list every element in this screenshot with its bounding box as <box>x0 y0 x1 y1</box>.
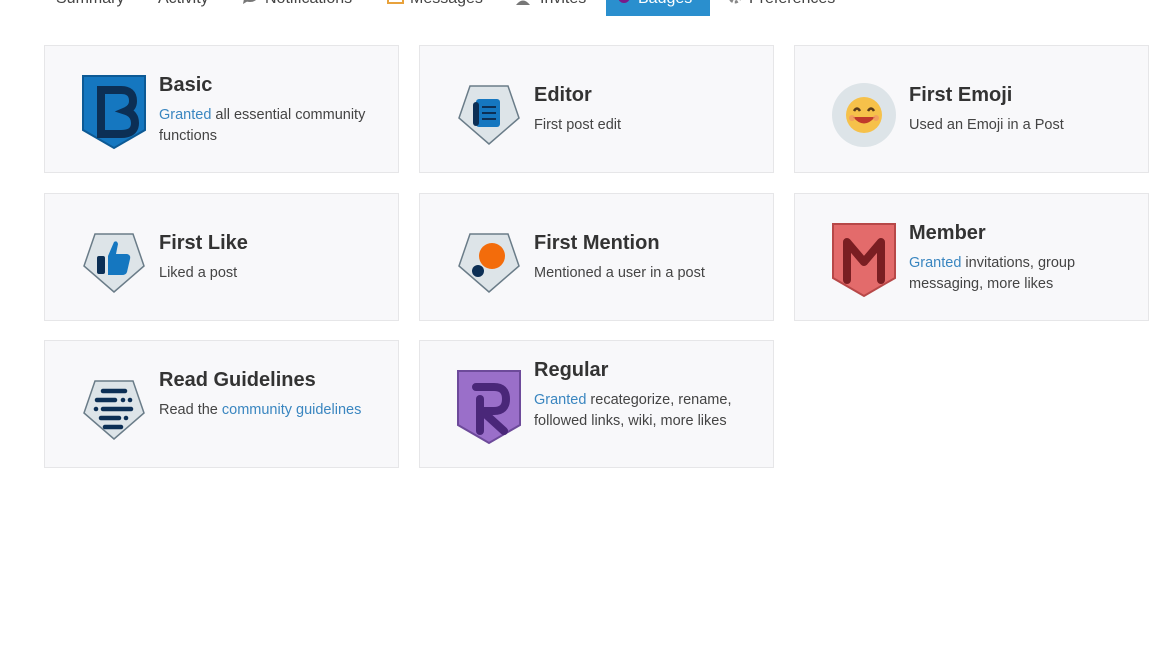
guidelines-badge-icon <box>81 377 151 453</box>
tab-notifications[interactable]: Notifications <box>241 0 352 16</box>
editor-badge-icon <box>456 82 526 158</box>
badge-card-first-like[interactable]: First Like Liked a post <box>44 193 399 321</box>
badge-title[interactable]: First Mention <box>534 232 753 255</box>
envelope-icon <box>387 0 404 9</box>
tab-preferences[interactable]: Preferences <box>727 0 835 16</box>
granted-link[interactable]: Granted <box>159 107 211 123</box>
badge-title[interactable]: Read Guidelines <box>159 369 378 392</box>
tab-badges[interactable]: Badges <box>606 0 710 16</box>
badge-description: Liked a post <box>159 265 238 281</box>
badge-description: First post edit <box>534 117 622 133</box>
community-guidelines-link[interactable]: community guidelines <box>222 402 361 418</box>
badge-card-member[interactable]: Member Granted invitations, group messag… <box>794 193 1149 321</box>
badge-card-first-mention[interactable]: First Mention Mentioned a user in a post <box>419 193 774 321</box>
granted-link[interactable]: Granted <box>909 255 961 271</box>
badge-description: Read the community guidelines <box>159 402 362 418</box>
comment-icon <box>241 0 259 10</box>
badge-title[interactable]: First Like <box>159 232 378 255</box>
granted-link[interactable]: Granted <box>534 392 586 408</box>
basic-badge-icon <box>79 74 149 150</box>
badge-card-first-emoji[interactable]: First Emoji Used an Emoji in a Post <box>794 45 1149 173</box>
regular-badge-icon <box>454 369 524 445</box>
badge-title[interactable]: First Emoji <box>909 84 1128 107</box>
tab-activity[interactable]: Activity <box>158 0 209 16</box>
member-badge-icon <box>829 222 899 298</box>
tab-invites[interactable]: Invites <box>516 0 586 16</box>
tab-summary[interactable]: Summary <box>56 0 124 16</box>
badge-description: Granted all essential community function… <box>159 107 366 144</box>
like-badge-icon <box>81 230 151 306</box>
gear-icon <box>727 0 743 10</box>
badge-title[interactable]: Editor <box>534 84 753 107</box>
emoji-badge-icon <box>831 82 901 158</box>
badge-card-editor[interactable]: Editor First post edit <box>419 45 774 173</box>
badge-description: Granted invitations, group messaging, mo… <box>909 255 1076 292</box>
badge-title[interactable]: Regular <box>534 359 753 382</box>
badge-description: Mentioned a user in a post <box>534 265 705 281</box>
tab-messages[interactable]: Messages <box>387 0 483 16</box>
user-plus-icon <box>516 0 534 10</box>
user-nav-tabs: Summary Activity Notifications Messages … <box>0 0 1169 16</box>
mention-badge-icon <box>456 230 526 306</box>
badge-description: Used an Emoji in a Post <box>909 117 1064 133</box>
certificate-icon <box>616 0 632 10</box>
badge-title[interactable]: Member <box>909 222 1128 245</box>
badge-card-regular[interactable]: Regular Granted recategorize, rename, fo… <box>419 340 774 468</box>
badge-card-read-guidelines[interactable]: Read Guidelines Read the community guide… <box>44 340 399 468</box>
badge-description: Granted recategorize, rename, followed l… <box>534 392 732 429</box>
badge-title[interactable]: Basic <box>159 74 378 97</box>
badge-card-basic[interactable]: Basic Granted all essential community fu… <box>44 45 399 173</box>
